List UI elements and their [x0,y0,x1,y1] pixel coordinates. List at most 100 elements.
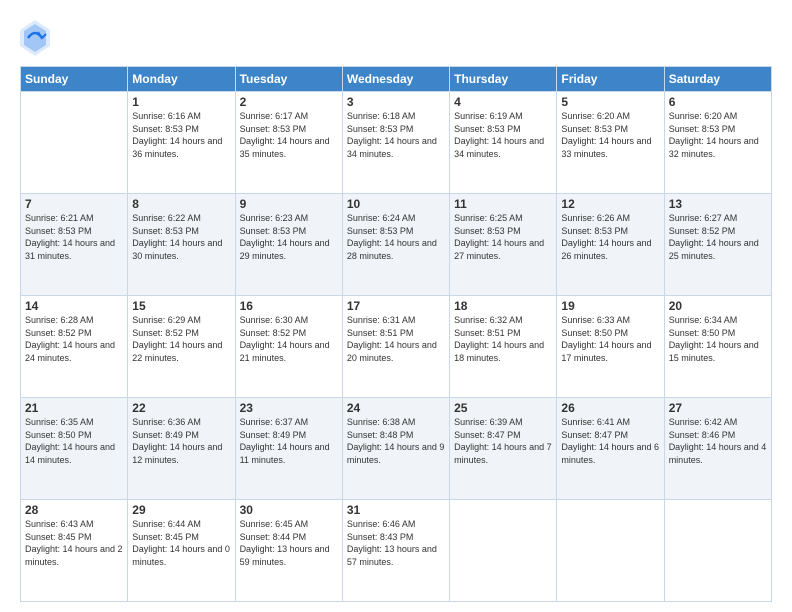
day-number: 24 [347,401,445,415]
day-info: Sunrise: 6:25 AMSunset: 8:53 PMDaylight:… [454,212,552,262]
calendar-cell: 13Sunrise: 6:27 AMSunset: 8:52 PMDayligh… [664,194,771,296]
column-header-wednesday: Wednesday [342,67,449,92]
day-info: Sunrise: 6:44 AMSunset: 8:45 PMDaylight:… [132,518,230,568]
day-info: Sunrise: 6:23 AMSunset: 8:53 PMDaylight:… [240,212,338,262]
day-info: Sunrise: 6:16 AMSunset: 8:53 PMDaylight:… [132,110,230,160]
day-number: 2 [240,95,338,109]
day-info: Sunrise: 6:26 AMSunset: 8:53 PMDaylight:… [561,212,659,262]
calendar-cell: 18Sunrise: 6:32 AMSunset: 8:51 PMDayligh… [450,296,557,398]
calendar-cell: 25Sunrise: 6:39 AMSunset: 8:47 PMDayligh… [450,398,557,500]
day-number: 15 [132,299,230,313]
day-info: Sunrise: 6:29 AMSunset: 8:52 PMDaylight:… [132,314,230,364]
day-number: 21 [25,401,123,415]
calendar-cell [664,500,771,602]
calendar-cell: 9Sunrise: 6:23 AMSunset: 8:53 PMDaylight… [235,194,342,296]
header-row: SundayMondayTuesdayWednesdayThursdayFrid… [21,67,772,92]
day-info: Sunrise: 6:20 AMSunset: 8:53 PMDaylight:… [561,110,659,160]
calendar-cell: 30Sunrise: 6:45 AMSunset: 8:44 PMDayligh… [235,500,342,602]
day-info: Sunrise: 6:30 AMSunset: 8:52 PMDaylight:… [240,314,338,364]
week-row-4: 28Sunrise: 6:43 AMSunset: 8:45 PMDayligh… [21,500,772,602]
day-number: 25 [454,401,552,415]
day-number: 19 [561,299,659,313]
day-number: 1 [132,95,230,109]
day-info: Sunrise: 6:42 AMSunset: 8:46 PMDaylight:… [669,416,767,466]
day-info: Sunrise: 6:38 AMSunset: 8:48 PMDaylight:… [347,416,445,466]
calendar-cell: 22Sunrise: 6:36 AMSunset: 8:49 PMDayligh… [128,398,235,500]
day-number: 12 [561,197,659,211]
calendar-cell: 20Sunrise: 6:34 AMSunset: 8:50 PMDayligh… [664,296,771,398]
day-number: 14 [25,299,123,313]
calendar-cell: 21Sunrise: 6:35 AMSunset: 8:50 PMDayligh… [21,398,128,500]
week-row-1: 7Sunrise: 6:21 AMSunset: 8:53 PMDaylight… [21,194,772,296]
day-info: Sunrise: 6:27 AMSunset: 8:52 PMDaylight:… [669,212,767,262]
day-number: 27 [669,401,767,415]
day-info: Sunrise: 6:19 AMSunset: 8:53 PMDaylight:… [454,110,552,160]
week-row-0: 1Sunrise: 6:16 AMSunset: 8:53 PMDaylight… [21,92,772,194]
day-info: Sunrise: 6:43 AMSunset: 8:45 PMDaylight:… [25,518,123,568]
day-number: 20 [669,299,767,313]
calendar-cell [557,500,664,602]
calendar-cell: 6Sunrise: 6:20 AMSunset: 8:53 PMDaylight… [664,92,771,194]
day-number: 17 [347,299,445,313]
week-row-2: 14Sunrise: 6:28 AMSunset: 8:52 PMDayligh… [21,296,772,398]
day-info: Sunrise: 6:34 AMSunset: 8:50 PMDaylight:… [669,314,767,364]
day-number: 16 [240,299,338,313]
day-number: 5 [561,95,659,109]
calendar-cell: 12Sunrise: 6:26 AMSunset: 8:53 PMDayligh… [557,194,664,296]
calendar-cell: 26Sunrise: 6:41 AMSunset: 8:47 PMDayligh… [557,398,664,500]
day-number: 3 [347,95,445,109]
day-info: Sunrise: 6:46 AMSunset: 8:43 PMDaylight:… [347,518,445,568]
day-info: Sunrise: 6:17 AMSunset: 8:53 PMDaylight:… [240,110,338,160]
day-number: 10 [347,197,445,211]
calendar-cell: 29Sunrise: 6:44 AMSunset: 8:45 PMDayligh… [128,500,235,602]
calendar-cell: 23Sunrise: 6:37 AMSunset: 8:49 PMDayligh… [235,398,342,500]
calendar-cell: 19Sunrise: 6:33 AMSunset: 8:50 PMDayligh… [557,296,664,398]
column-header-monday: Monday [128,67,235,92]
column-header-sunday: Sunday [21,67,128,92]
calendar-cell [450,500,557,602]
week-row-3: 21Sunrise: 6:35 AMSunset: 8:50 PMDayligh… [21,398,772,500]
day-number: 22 [132,401,230,415]
calendar-cell: 27Sunrise: 6:42 AMSunset: 8:46 PMDayligh… [664,398,771,500]
day-info: Sunrise: 6:20 AMSunset: 8:53 PMDaylight:… [669,110,767,160]
day-number: 4 [454,95,552,109]
calendar-table: SundayMondayTuesdayWednesdayThursdayFrid… [20,66,772,602]
day-number: 9 [240,197,338,211]
day-number: 31 [347,503,445,517]
column-header-saturday: Saturday [664,67,771,92]
day-number: 29 [132,503,230,517]
day-number: 28 [25,503,123,517]
calendar-cell [21,92,128,194]
calendar-cell: 8Sunrise: 6:22 AMSunset: 8:53 PMDaylight… [128,194,235,296]
calendar-cell: 31Sunrise: 6:46 AMSunset: 8:43 PMDayligh… [342,500,449,602]
column-header-thursday: Thursday [450,67,557,92]
day-number: 8 [132,197,230,211]
day-info: Sunrise: 6:39 AMSunset: 8:47 PMDaylight:… [454,416,552,466]
day-info: Sunrise: 6:36 AMSunset: 8:49 PMDaylight:… [132,416,230,466]
day-number: 30 [240,503,338,517]
day-info: Sunrise: 6:28 AMSunset: 8:52 PMDaylight:… [25,314,123,364]
day-info: Sunrise: 6:24 AMSunset: 8:53 PMDaylight:… [347,212,445,262]
day-info: Sunrise: 6:33 AMSunset: 8:50 PMDaylight:… [561,314,659,364]
day-number: 7 [25,197,123,211]
day-info: Sunrise: 6:31 AMSunset: 8:51 PMDaylight:… [347,314,445,364]
page: SundayMondayTuesdayWednesdayThursdayFrid… [0,0,792,612]
calendar-cell: 3Sunrise: 6:18 AMSunset: 8:53 PMDaylight… [342,92,449,194]
day-info: Sunrise: 6:22 AMSunset: 8:53 PMDaylight:… [132,212,230,262]
day-number: 11 [454,197,552,211]
calendar-cell: 4Sunrise: 6:19 AMSunset: 8:53 PMDaylight… [450,92,557,194]
calendar-cell: 2Sunrise: 6:17 AMSunset: 8:53 PMDaylight… [235,92,342,194]
column-header-tuesday: Tuesday [235,67,342,92]
header [20,16,772,56]
day-number: 26 [561,401,659,415]
logo [20,20,54,56]
day-info: Sunrise: 6:37 AMSunset: 8:49 PMDaylight:… [240,416,338,466]
day-number: 13 [669,197,767,211]
calendar-cell: 1Sunrise: 6:16 AMSunset: 8:53 PMDaylight… [128,92,235,194]
calendar-cell: 17Sunrise: 6:31 AMSunset: 8:51 PMDayligh… [342,296,449,398]
calendar-cell: 11Sunrise: 6:25 AMSunset: 8:53 PMDayligh… [450,194,557,296]
logo-icon [20,20,50,56]
calendar-cell: 16Sunrise: 6:30 AMSunset: 8:52 PMDayligh… [235,296,342,398]
day-number: 18 [454,299,552,313]
column-header-friday: Friday [557,67,664,92]
